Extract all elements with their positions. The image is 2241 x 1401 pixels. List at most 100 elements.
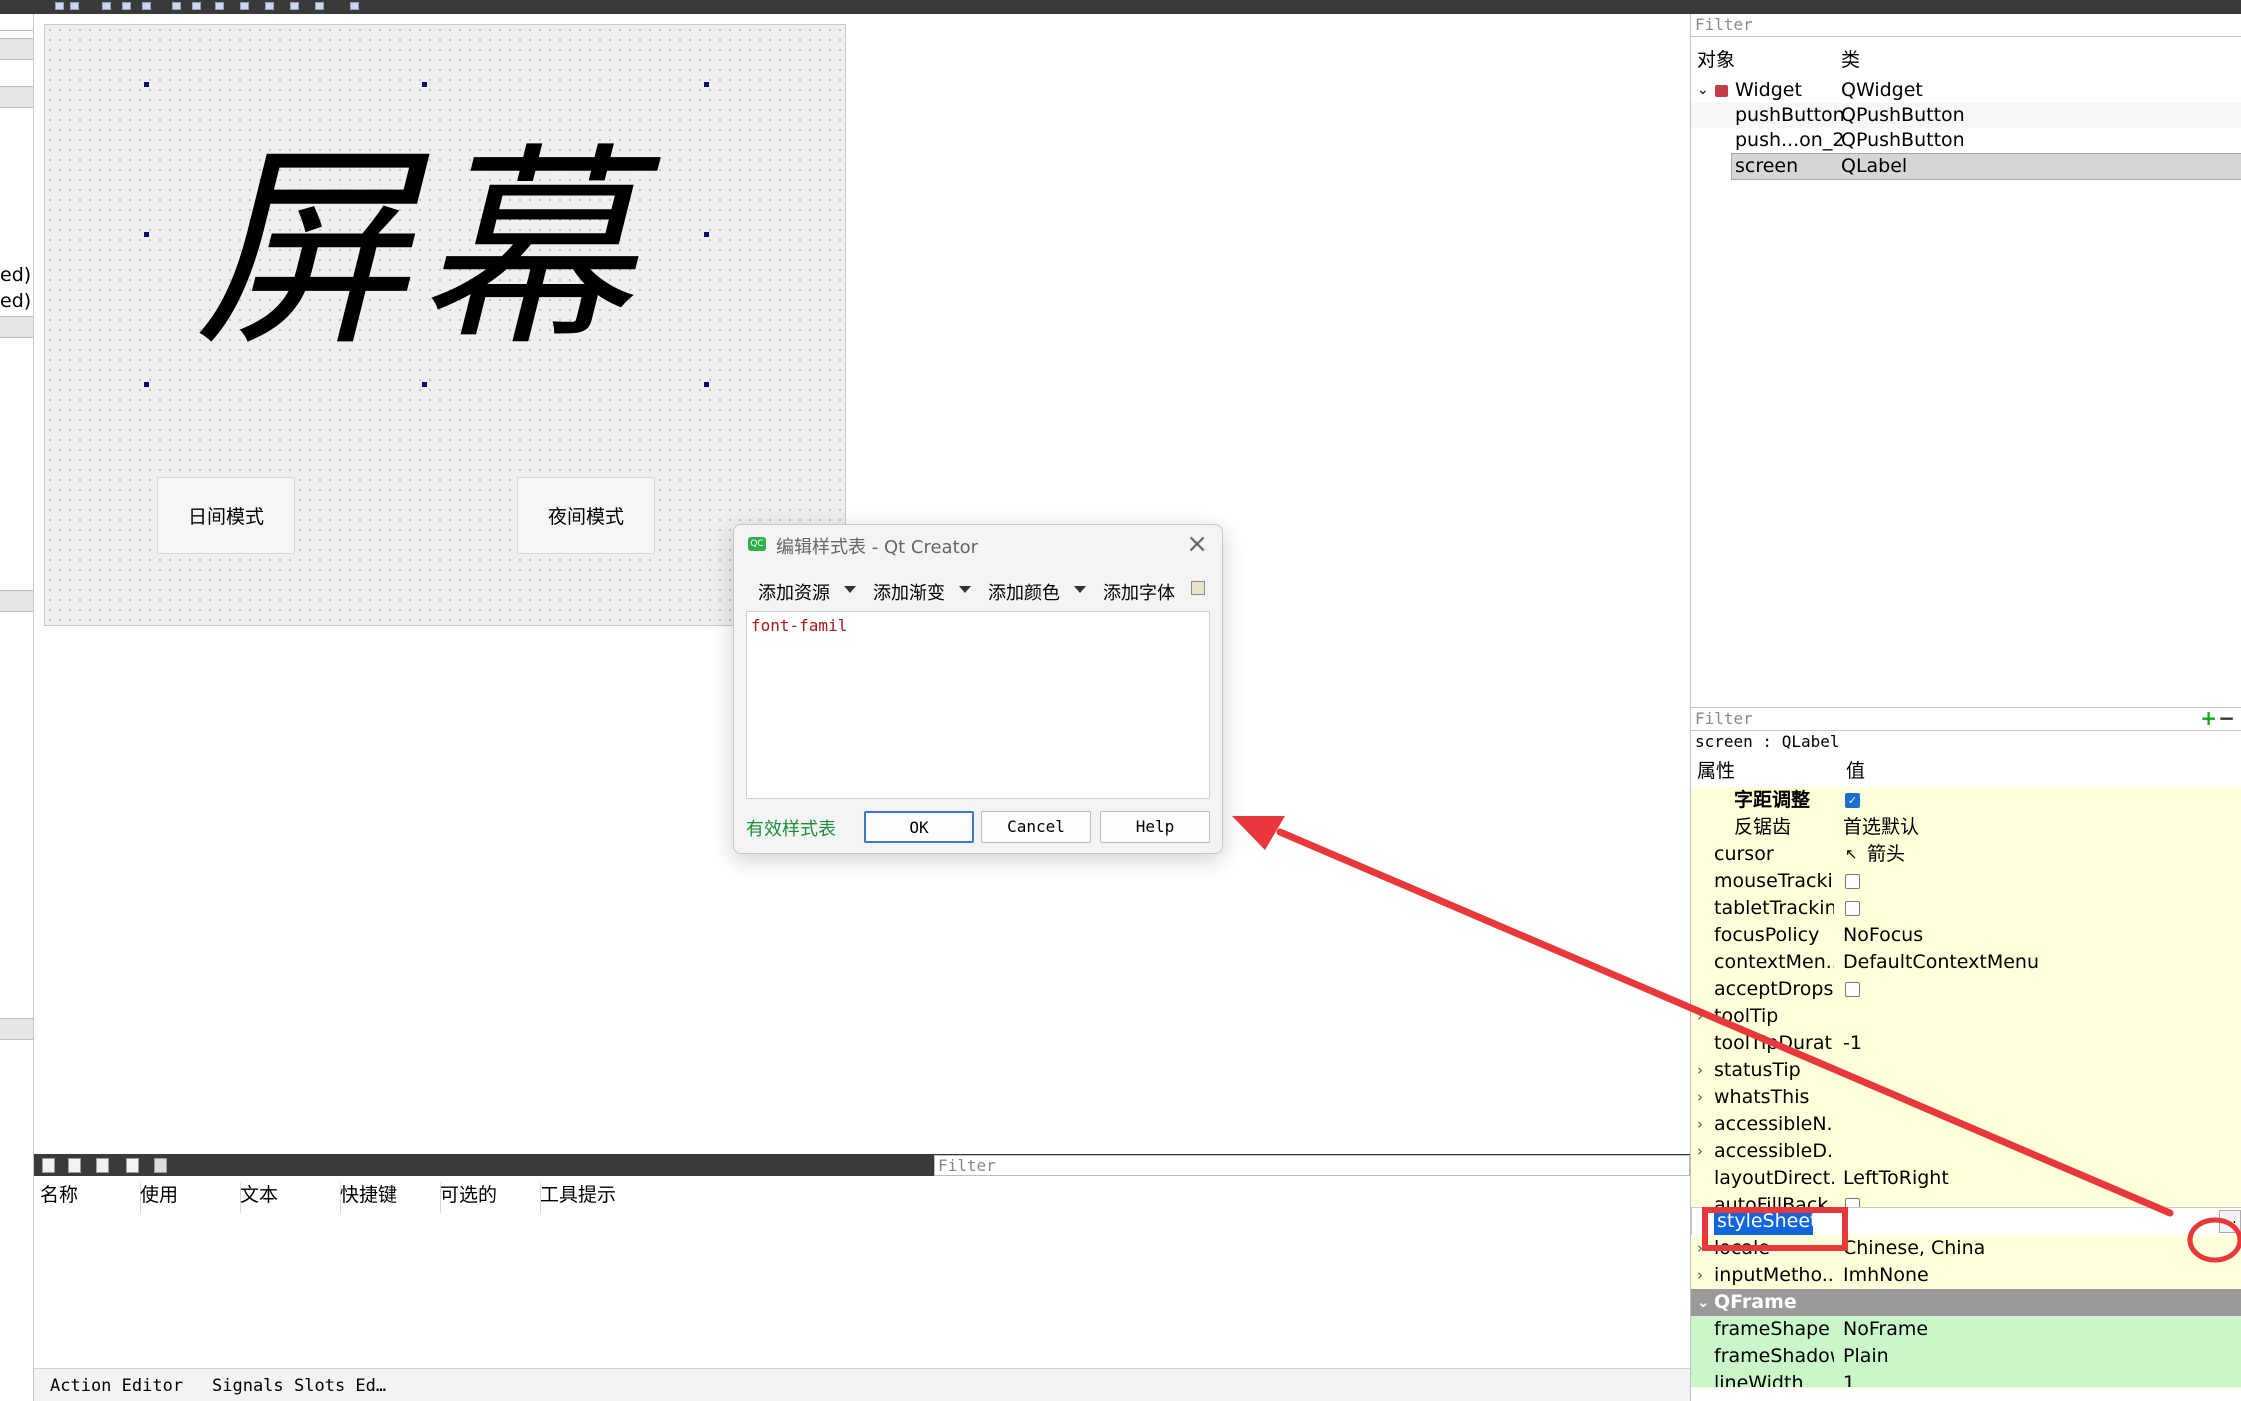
selection-handle[interactable] [144, 82, 149, 87]
widget-item[interactable]: ed) [0, 264, 31, 286]
selection-handle[interactable] [704, 232, 709, 237]
new-action-icon[interactable] [42, 1158, 55, 1173]
ok-button[interactable]: OK [864, 811, 974, 843]
object-row-widget[interactable]: ⌄ Widget QWidget [1691, 78, 2241, 103]
property-value[interactable]: 首选默认 [1843, 814, 1919, 841]
chevron-down-icon[interactable] [844, 586, 856, 593]
property-value[interactable]: NoFrame [1843, 1316, 1928, 1343]
property-value[interactable]: NoFocus [1843, 922, 1923, 949]
widget-item[interactable]: ed) [0, 290, 31, 312]
chevron-down-icon[interactable] [1074, 586, 1086, 593]
selection-handle[interactable] [422, 82, 427, 87]
configure-icon[interactable] [154, 1158, 167, 1173]
category-bar[interactable] [0, 86, 33, 108]
tab-slots-editor[interactable]: Slots Ed… [294, 1374, 386, 1398]
close-icon[interactable] [70, 2, 79, 10]
category-bar[interactable] [0, 38, 33, 60]
property-value[interactable]: 箭头 [1867, 841, 1905, 868]
selection-handle[interactable] [422, 382, 427, 387]
property-row-tablettracking[interactable]: tabletTracking [1691, 895, 2241, 923]
column-header-text[interactable]: 文本 [234, 1183, 341, 1213]
edit-tool-icon[interactable] [142, 2, 151, 10]
kerning-checkbox[interactable]: ✓ [1845, 793, 1860, 808]
object-row-pushbutton[interactable]: pushButton QPushButton [1691, 103, 2241, 128]
object-row-pushbutton-2[interactable]: push...on_2 QPushButton [1691, 128, 2241, 153]
paste-action-icon[interactable] [96, 1158, 109, 1173]
chevron-right-icon[interactable]: › [1697, 1003, 1703, 1030]
layout-split-icon[interactable] [240, 2, 249, 10]
property-row-autofillbackground[interactable]: autoFillBack... [1691, 1192, 2241, 1208]
property-row-locale[interactable]: › locale Chinese, China [1691, 1235, 2241, 1263]
category-bar[interactable] [0, 590, 33, 612]
chevron-right-icon[interactable]: › [1697, 1138, 1703, 1165]
night-mode-button[interactable]: 夜间模式 [517, 477, 655, 554]
chevron-right-icon[interactable]: › [1697, 1111, 1703, 1138]
chevron-right-icon[interactable]: › [1697, 1057, 1703, 1084]
layout-vertical-icon[interactable] [192, 2, 201, 10]
column-header-tooltip[interactable]: 工具提示 [534, 1183, 660, 1213]
property-group-qframe[interactable]: ⌄ QFrame [1691, 1289, 2241, 1317]
add-font-menu[interactable]: 添加字体 [1103, 579, 1175, 605]
selection-handle[interactable] [704, 82, 709, 87]
action-filter-input[interactable]: Filter [934, 1155, 1690, 1176]
column-header-checkable[interactable]: 可选的 [434, 1183, 541, 1213]
property-row-layoutdirection[interactable]: layoutDirect... LeftToRight [1691, 1165, 2241, 1193]
property-value[interactable]: LeftToRight [1843, 1165, 1949, 1192]
cancel-button[interactable]: Cancel [981, 811, 1091, 843]
property-filter-input[interactable]: Filter [1691, 707, 2241, 731]
property-row-antialias[interactable]: 反锯齿 首选默认 [1691, 814, 2241, 842]
layout-grid-icon[interactable] [290, 2, 299, 10]
close-icon[interactable]: × [1186, 529, 1208, 559]
property-value[interactable]: -1 [1843, 1030, 1862, 1057]
class-column-header[interactable]: 类 [1841, 48, 1860, 73]
property-row-statustip[interactable]: › statusTip [1691, 1057, 2241, 1085]
category-bar[interactable] [0, 316, 33, 338]
value-column-header[interactable]: 值 [1846, 759, 1865, 784]
tablettracking-checkbox[interactable] [1845, 901, 1860, 916]
property-row-contextmenu[interactable]: contextMen... DefaultContextMenu [1691, 949, 2241, 977]
chevron-down-icon[interactable] [959, 586, 971, 593]
property-row-whatsthis[interactable]: › whatsThis [1691, 1084, 2241, 1112]
property-row-linewidth[interactable]: lineWidth 1 [1691, 1370, 2241, 1388]
selection-handle[interactable] [144, 382, 149, 387]
column-header-used[interactable]: 使用 [134, 1183, 241, 1213]
tab-action-editor[interactable]: Action Editor [50, 1374, 183, 1398]
help-button[interactable]: Help [1100, 811, 1210, 843]
property-row-frameshape[interactable]: frameShape NoFrame [1691, 1316, 2241, 1344]
chevron-down-icon[interactable]: ⌄ [1697, 1289, 1710, 1316]
chevron-right-icon[interactable]: › [1697, 1235, 1703, 1262]
down-arrow-icon[interactable] [55, 2, 64, 10]
layout-horizontal-icon[interactable] [215, 2, 224, 10]
property-value[interactable]: Plain [1843, 1343, 1889, 1370]
property-row-acceptdrops[interactable]: acceptDrops [1691, 976, 2241, 1004]
stylesheet-text-editor[interactable]: font-famil [746, 611, 1210, 799]
property-row-tooltip[interactable]: › toolTip [1691, 1003, 2241, 1031]
layout-tool-icon[interactable] [172, 2, 181, 10]
add-color-menu[interactable]: 添加颜色 [988, 579, 1060, 605]
property-value[interactable]: 1 [1843, 1370, 1855, 1387]
chevron-down-icon[interactable]: ⌄ [1697, 78, 1709, 103]
layout-form-icon[interactable] [265, 2, 274, 10]
chevron-right-icon[interactable]: › [1697, 1262, 1703, 1289]
copy-action-icon[interactable] [68, 1158, 81, 1173]
property-value[interactable]: DefaultContextMenu [1843, 949, 2039, 976]
property-row-accessiblename[interactable]: › accessibleN... [1691, 1111, 2241, 1139]
widget-tool-icon[interactable] [102, 2, 111, 10]
remove-property-icon[interactable]: − [2218, 708, 2235, 728]
tab-signals[interactable]: Signals [212, 1374, 284, 1398]
add-property-icon[interactable]: + [2200, 708, 2217, 728]
property-column-header[interactable]: 属性 [1697, 759, 1735, 784]
object-filter-input[interactable]: Filter [1691, 14, 2241, 37]
widget-tool-icon[interactable] [122, 2, 131, 10]
property-value[interactable]: Chinese, China [1843, 1235, 1985, 1262]
add-gradient-menu[interactable]: 添加渐变 [873, 579, 945, 605]
stylesheet-edit-button[interactable]: ... [2219, 1210, 2241, 1233]
chevron-right-icon[interactable]: › [1697, 1084, 1703, 1111]
day-mode-button[interactable]: 日间模式 [157, 477, 295, 554]
property-row-inputmethodhints[interactable]: › inputMetho... ImhNone [1691, 1262, 2241, 1290]
object-row-screen[interactable]: screen QLabel [1731, 153, 2241, 180]
form-canvas[interactable]: 屏幕 日间模式 夜间模式 [44, 24, 846, 626]
property-row-frameshadow[interactable]: frameShadow Plain [1691, 1343, 2241, 1371]
property-row-stylesheet[interactable]: styleSheet ... [1691, 1207, 2241, 1236]
object-column-header[interactable]: 对象 [1697, 48, 1735, 73]
